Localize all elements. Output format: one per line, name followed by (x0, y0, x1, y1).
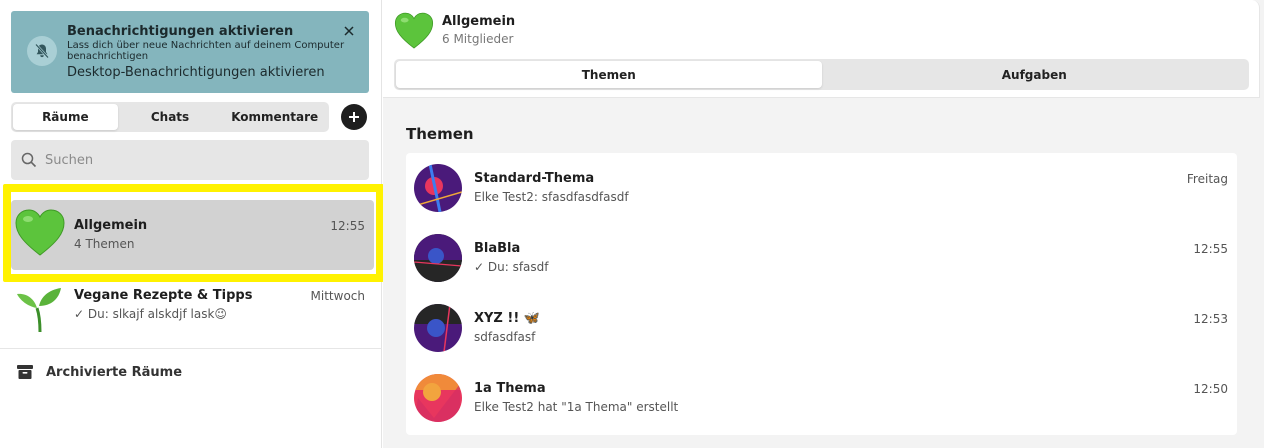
room-item-vegane-rezepte[interactable]: Vegane Rezepte & Tipps ✓ Du: slkajf alsk… (11, 280, 374, 342)
room-time: 12:55 (330, 219, 365, 233)
notification-description: Lass dich über neue Nachrichten auf dein… (67, 40, 345, 62)
topic-avatar-icon (414, 234, 462, 282)
search-box (11, 140, 369, 180)
topic-item-1a-thema[interactable]: 1a Thema Elke Test2 hat "1a Thema" erste… (406, 363, 1237, 433)
archived-rooms-button[interactable]: Archivierte Räume (16, 362, 182, 382)
topic-name: Standard-Thema (474, 171, 595, 186)
plus-icon (349, 112, 359, 122)
green-heart-icon (394, 12, 434, 49)
bell-off-icon (27, 36, 57, 66)
sidebar: Benachrichtigungen aktivieren Lass dich … (0, 0, 384, 448)
room-header: Allgemein 6 Mitglieder Themen Aufgaben (383, 0, 1260, 98)
topic-last-message: Elke Test2: sfasdfasdfasdf (474, 190, 629, 204)
topic-avatar-icon (414, 374, 462, 422)
topic-time: Freitag (1186, 172, 1228, 186)
room-item-allgemein[interactable]: Allgemein 4 Themen 12:55 (11, 200, 374, 270)
topic-last-message: sdfasdfasf (474, 330, 536, 344)
topic-last-message: Elke Test2 hat "1a Thema" erstellt (474, 400, 679, 414)
search-input[interactable] (45, 149, 355, 171)
main-panel: Allgemein 6 Mitglieder Themen Aufgaben T… (383, 0, 1264, 448)
room-subtitle: ✓ Du: slkajf alskdjf lask😉 (74, 307, 227, 321)
member-count: 6 Mitglieder (442, 32, 514, 46)
add-room-button[interactable] (341, 104, 367, 130)
room-title: Allgemein (442, 14, 516, 29)
room-name: Vegane Rezepte & Tipps (74, 288, 253, 303)
notification-banner: Benachrichtigungen aktivieren Lass dich … (11, 11, 369, 93)
room-time: Mittwoch (310, 289, 365, 303)
topic-item-xyz[interactable]: XYZ !! 🦋 sdfasdfasf 12:53 (406, 293, 1237, 363)
tab-chats[interactable]: Chats (118, 104, 223, 130)
sidebar-tabs: Räume Chats Kommentare (11, 102, 329, 132)
room-name: Allgemein (74, 218, 148, 233)
topic-item-blabla[interactable]: BlaBla ✓ Du: sfasdf 12:55 (406, 223, 1237, 293)
tab-aufgaben[interactable]: Aufgaben (822, 61, 1248, 88)
tab-themen[interactable]: Themen (396, 61, 822, 88)
tab-kommentare[interactable]: Kommentare (222, 104, 327, 130)
room-tabs: Themen Aufgaben (394, 59, 1249, 90)
notification-title: Benachrichtigungen aktivieren (67, 24, 294, 39)
close-icon[interactable] (342, 24, 356, 38)
archive-icon (17, 365, 33, 379)
archived-rooms-label: Archivierte Räume (46, 364, 183, 380)
green-heart-icon (15, 209, 65, 256)
topic-list: Standard-Thema Elke Test2: sfasdfasdfasd… (406, 153, 1237, 435)
seedling-icon (17, 288, 61, 333)
topic-last-message: ✓ Du: sfasdf (474, 260, 549, 274)
topic-name: XYZ !! 🦋 (474, 311, 540, 326)
topic-time: 12:53 (1193, 312, 1228, 326)
topic-time: 12:55 (1193, 242, 1228, 256)
topic-avatar-icon (414, 304, 462, 352)
tab-raeume[interactable]: Räume (13, 104, 118, 130)
topic-name: BlaBla (474, 241, 521, 256)
divider (0, 348, 382, 349)
enable-notifications-link[interactable]: Desktop-Benachrichtigungen aktivieren (67, 65, 325, 80)
topic-name: 1a Thema (474, 381, 546, 396)
room-subtitle: 4 Themen (74, 237, 135, 251)
search-icon (21, 152, 37, 168)
section-title: Themen (406, 125, 474, 143)
topic-avatar-icon (414, 164, 462, 212)
topic-item-standard-thema[interactable]: Standard-Thema Elke Test2: sfasdfasdfasd… (406, 153, 1237, 223)
topic-time: 12:50 (1193, 382, 1228, 396)
